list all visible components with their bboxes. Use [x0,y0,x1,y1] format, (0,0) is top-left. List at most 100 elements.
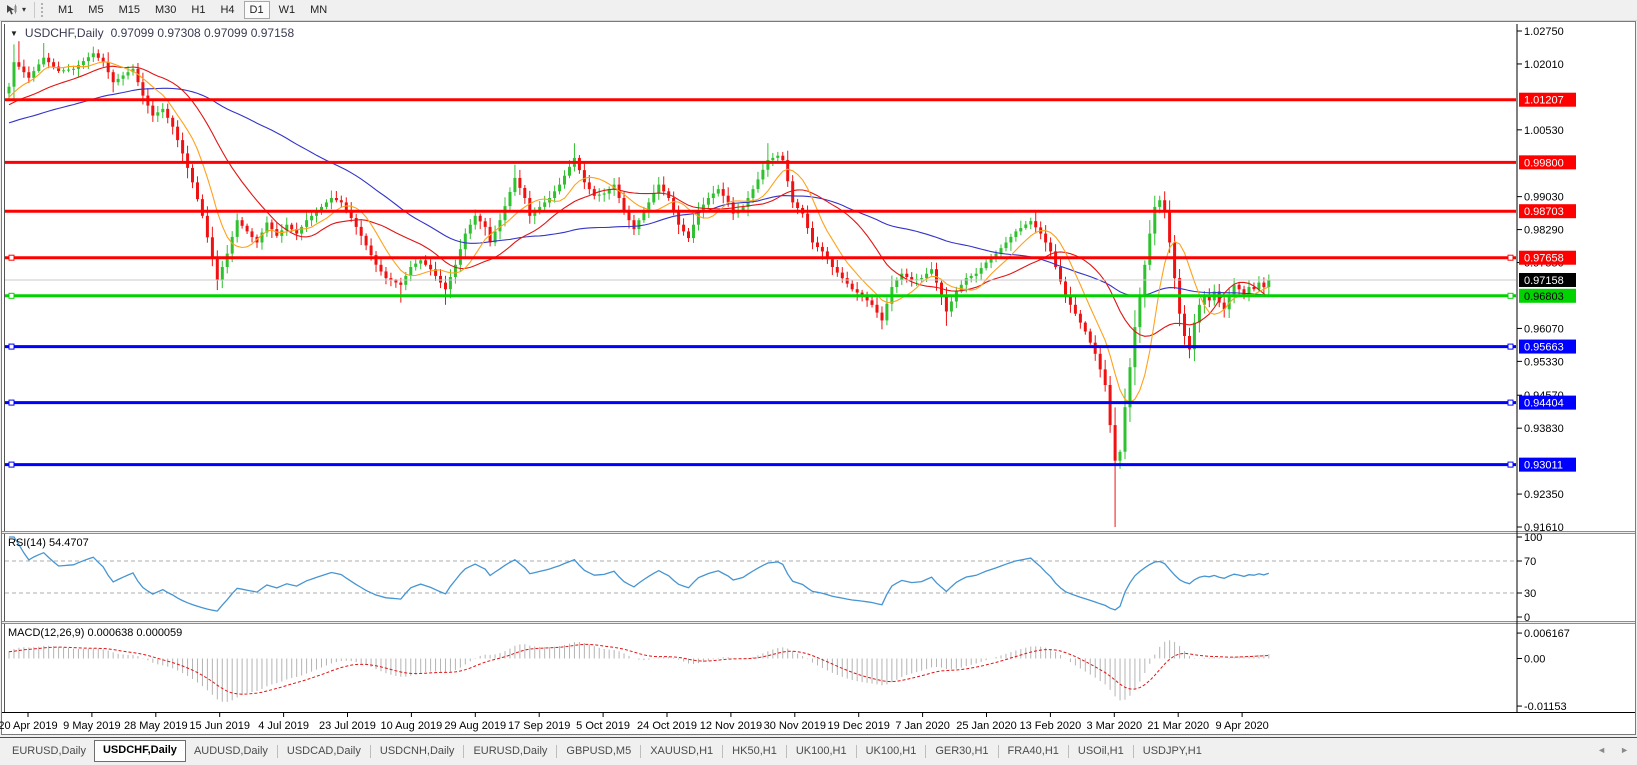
svg-text:0.92350: 0.92350 [1524,489,1564,501]
timeframe-button-W1[interactable]: W1 [273,1,302,19]
tab-scroll-left-icon[interactable]: ◄ [1597,744,1606,756]
chart-tab-HK50-H1[interactable]: HK50,H1 [724,741,785,761]
chart-tab-USOil-H1[interactable]: USOil,H1 [1070,741,1132,761]
svg-text:0.95330: 0.95330 [1524,356,1564,368]
chart-tab-FRA40-H1[interactable]: FRA40,H1 [1000,741,1067,761]
svg-text:5 Oct 2019: 5 Oct 2019 [576,720,630,732]
line-handle[interactable] [9,400,14,405]
chart-tab-GER30-H1[interactable]: GER30,H1 [927,741,996,761]
svg-text:-0.01153: -0.01153 [1524,701,1567,713]
line-handle[interactable] [9,293,14,298]
chart-tab-GBPUSD-M5[interactable]: GBPUSD,M5 [558,741,639,761]
svg-text:30: 30 [1524,588,1536,600]
price-label-0.94404: 0.94404 [1519,396,1576,410]
tab-separator [277,745,278,758]
svg-text:9 May 2019: 9 May 2019 [63,720,120,732]
svg-text:0.95663: 0.95663 [1524,342,1564,354]
toolbar-grip-handle[interactable] [41,3,46,17]
svg-text:12 Nov 2019: 12 Nov 2019 [700,720,762,732]
chart-tab-USDJPY-H1[interactable]: USDJPY,H1 [1135,741,1210,761]
tab-separator [556,745,557,758]
tab-scroll-nav: ◄ ► [1597,744,1629,756]
price-label-0.95663: 0.95663 [1519,340,1576,354]
svg-text:0.00: 0.00 [1524,654,1545,666]
timeframe-button-H4[interactable]: H4 [214,1,240,19]
svg-text:23 Jul 2019: 23 Jul 2019 [319,720,376,732]
cursor-tool-button[interactable]: ▾ [3,3,28,18]
price-label-0.93011: 0.93011 [1519,458,1576,472]
chart-tab-UK100-H1[interactable]: UK100,H1 [858,741,925,761]
line-handle[interactable] [9,255,14,260]
chart-tab-AUDUSD-Daily[interactable]: AUDUSD,Daily [186,741,276,761]
timeframe-button-D1[interactable]: D1 [244,1,270,19]
timeframe-toolbar: M1M5M15M30H1H4D1W1MN [52,1,333,19]
chart-tab-UK100-H1[interactable]: UK100,H1 [788,741,855,761]
svg-text:19 Dec 2019: 19 Dec 2019 [828,720,890,732]
macd-label: MACD(12,26,9) 0.000638 0.000059 [8,627,182,639]
tab-separator [1068,745,1069,758]
price-label-0.96803: 0.96803 [1519,289,1576,303]
tab-separator [640,745,641,758]
svg-text:10 Aug 2019: 10 Aug 2019 [381,720,443,732]
svg-text:1.02010: 1.02010 [1524,59,1564,71]
svg-text:28 May 2019: 28 May 2019 [124,720,188,732]
line-handle[interactable] [1508,293,1513,298]
line-handle[interactable] [1508,400,1513,405]
cursor-tool-icon [5,4,19,17]
line-handle[interactable] [9,462,14,467]
line-handle[interactable] [1508,462,1513,467]
line-handle[interactable] [1508,344,1513,349]
svg-text:0.93011: 0.93011 [1524,460,1563,472]
chart-tab-USDCAD-Daily[interactable]: USDCAD,Daily [279,741,369,761]
svg-text:9 Apr 2020: 9 Apr 2020 [1215,720,1268,732]
tab-separator [463,745,464,758]
symbol-period-label: USDCHF,Daily [25,26,104,40]
dropdown-caret-icon[interactable]: ▾ [22,6,26,14]
timeframe-button-H1[interactable]: H1 [185,1,211,19]
chart-tab-XAUUSD-H1[interactable]: XAUUSD,H1 [642,741,721,761]
price-label-0.97658: 0.97658 [1519,251,1576,265]
svg-text:0: 0 [1524,612,1530,624]
price-label-1.01207: 1.01207 [1519,93,1576,107]
tab-separator [722,745,723,758]
svg-text:20 Apr 2019: 20 Apr 2019 [0,720,58,732]
svg-text:25 Jan 2020: 25 Jan 2020 [956,720,1017,732]
timeframe-button-M15[interactable]: M15 [113,1,146,19]
chart-tab-EURUSD-Daily[interactable]: EURUSD,Daily [465,741,555,761]
svg-text:0.98703: 0.98703 [1524,206,1564,218]
timeframe-button-M5[interactable]: M5 [82,1,109,19]
timeframe-button-M30[interactable]: M30 [149,1,182,19]
svg-text:0.97658: 0.97658 [1524,253,1564,265]
line-handle[interactable] [1508,255,1513,260]
chart-tab-EURUSD-Daily[interactable]: EURUSD,Daily [4,741,94,761]
charts-toolbar: ▾ M1M5M15M30H1H4D1W1MN [0,0,1637,21]
timeframe-button-M1[interactable]: M1 [52,1,79,19]
svg-text:24 Oct 2019: 24 Oct 2019 [637,720,697,732]
svg-text:1.02750: 1.02750 [1524,26,1564,38]
svg-text:0.98290: 0.98290 [1524,225,1564,237]
svg-text:0.96803: 0.96803 [1524,291,1564,303]
timeframe-button-MN[interactable]: MN [304,1,333,19]
svg-text:0.99030: 0.99030 [1524,192,1564,204]
tab-scroll-right-icon[interactable]: ► [1620,744,1629,756]
chart-tab-USDCNH-Daily[interactable]: USDCNH,Daily [372,741,463,761]
svg-text:15 Jun 2019: 15 Jun 2019 [189,720,250,732]
svg-text:100: 100 [1524,532,1542,544]
svg-text:1.01207: 1.01207 [1524,95,1564,107]
svg-text:70: 70 [1524,556,1536,568]
chart-window: ▼ USDCHF,Daily 0.97099 0.97308 0.97099 0… [0,20,1637,737]
current-price-label: 0.97158 [1519,273,1576,287]
chart-canvas[interactable]: RSI(14) 54.4707MACD(12,26,9) 0.000638 0.… [0,20,1637,737]
tab-separator [925,745,926,758]
tab-separator [856,745,857,758]
tab-separator [998,745,999,758]
tab-separator [1133,745,1134,758]
line-handle[interactable] [9,344,14,349]
svg-text:17 Sep 2019: 17 Sep 2019 [508,720,570,732]
chart-tab-USDCHF-Daily[interactable]: USDCHF,Daily [94,740,186,762]
svg-text:13 Feb 2020: 13 Feb 2020 [1020,720,1082,732]
svg-text:0.99800: 0.99800 [1524,157,1564,169]
chart-title: ▼ USDCHF,Daily 0.97099 0.97308 0.97099 0… [10,26,294,40]
chart-tabs: EURUSD,DailyUSDCHF,DailyAUDUSD,DailyUSDC… [4,740,1210,762]
chart-menu-arrow-icon[interactable]: ▼ [10,29,18,38]
